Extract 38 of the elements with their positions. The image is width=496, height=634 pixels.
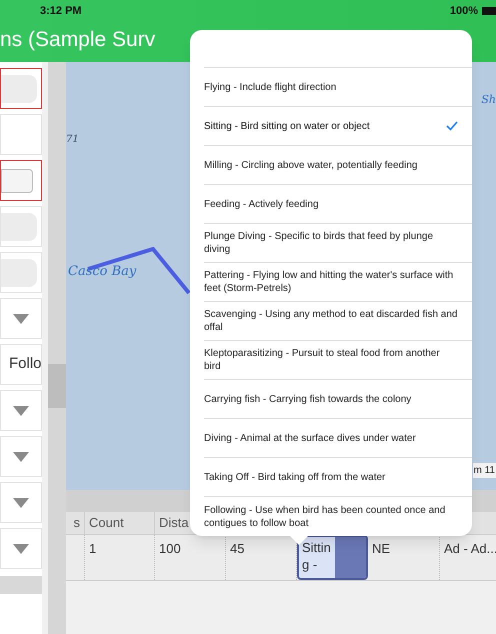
battery-percent: 100% <box>450 4 478 19</box>
column-header[interactable]: s <box>66 512 85 534</box>
dropdown-field[interactable] <box>0 298 42 339</box>
map-label: Sh <box>481 92 496 108</box>
battery-icon <box>482 7 496 15</box>
choice-option[interactable]: Milling - Circling above water, potentially feeding <box>204 146 472 185</box>
cell-editor[interactable]: Sitting - <box>297 535 368 580</box>
choice-option[interactable]: Sitting - Bird sitting on water or object <box>204 107 472 146</box>
column-header[interactable]: Count <box>85 512 155 534</box>
dropdown-field[interactable] <box>0 482 42 523</box>
caret-icon <box>13 498 29 508</box>
choice-option[interactable]: Feeding - Actively feeding <box>204 185 472 224</box>
choice-option[interactable]: Carrying fish - Carrying fish towards the colony <box>204 380 472 419</box>
choice-option[interactable]: Pattering - Flying low and hitting the water's surface with feet (Storm-Petrels) <box>204 263 472 302</box>
checkmark-icon <box>446 121 458 131</box>
choice-option[interactable]: Plunge Diving - Specific to birds that feed by plunge diving <box>204 224 472 263</box>
scroll-thumb[interactable] <box>48 364 66 408</box>
status-time: 3:12 PM <box>40 4 82 19</box>
caret-icon <box>13 452 29 462</box>
caret-icon <box>13 544 29 554</box>
dropdown-field[interactable] <box>0 436 42 477</box>
value-field[interactable]: Follo <box>0 344 42 385</box>
form-field[interactable] <box>0 68 42 109</box>
dropdown-field[interactable] <box>0 528 42 569</box>
dropdown-field[interactable] <box>0 390 42 431</box>
choice-option[interactable]: Following - Use when bird has been counted once and contigues to follow boat <box>204 497 472 536</box>
form-field[interactable] <box>0 160 42 201</box>
choice-option[interactable]: Flying - Include flight direction <box>204 68 472 107</box>
choice-option[interactable]: Taking Off - Bird taking off from the water <box>204 458 472 497</box>
screen-title: ns (Sample Surv <box>0 27 156 54</box>
map-label: 71 <box>66 133 79 147</box>
caret-icon <box>13 406 29 416</box>
choice-option[interactable]: Kleptoparasitizing - Pursuit to steal food from another bird <box>204 341 472 380</box>
map-label: m 11 <box>472 463 496 478</box>
table-cell: 1 <box>85 535 155 580</box>
caret-icon <box>13 314 29 324</box>
choice-option[interactable]: Diving - Animal at the surface dives under water <box>204 419 472 458</box>
choice-option[interactable]: Scavenging - Using any method to eat discarded fish and offal <box>204 302 472 341</box>
